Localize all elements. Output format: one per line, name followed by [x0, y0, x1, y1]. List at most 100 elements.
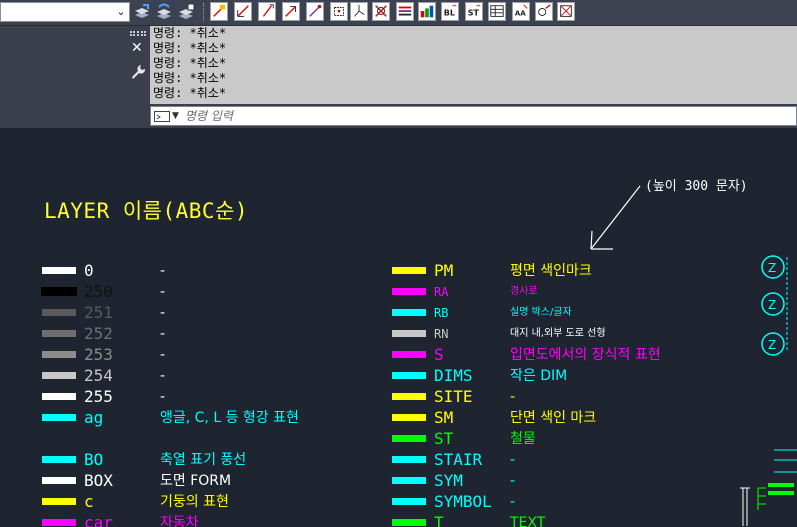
- layer-row: T TEXT: [392, 513, 722, 527]
- tool-11-icon[interactable]: BL: [441, 2, 459, 21]
- layer-name: 252: [84, 324, 113, 343]
- layer-name: PM: [434, 261, 454, 280]
- layer-row: BO 축열 표기 풍선: [42, 450, 362, 470]
- tool-15-icon[interactable]: [535, 2, 553, 21]
- layer-description: -: [510, 494, 516, 510]
- tool-12-icon[interactable]: ST: [465, 2, 483, 21]
- layer-state-icon[interactable]: [133, 2, 151, 21]
- tool-1-icon[interactable]: [210, 2, 228, 21]
- layer-row: SYMBOL -: [392, 492, 722, 512]
- layer-color-swatch: [392, 519, 426, 526]
- layer-isolate-icon[interactable]: [177, 2, 195, 21]
- axis-bubble: Z: [761, 255, 785, 279]
- layer-description: -: [510, 452, 516, 468]
- layer-description: -: [510, 389, 516, 405]
- layer-row: 254 -: [42, 366, 362, 386]
- layer-description: -: [160, 368, 166, 384]
- drawing-title: LAYER 이름(ABC순): [44, 199, 249, 223]
- layer-description: 도면 FORM: [160, 473, 232, 489]
- layer-name: SITE: [434, 387, 473, 406]
- layer-row: SM 단면 색인 마크: [392, 408, 722, 428]
- tool-13-icon[interactable]: [488, 2, 506, 21]
- tool-8-icon[interactable]: [372, 2, 390, 21]
- layer-name: DIMS: [434, 366, 473, 385]
- layer-name: BOX: [84, 471, 113, 490]
- layer-description: -: [510, 473, 516, 489]
- layer-description: 자동차: [160, 515, 199, 527]
- layer-name: ag: [84, 408, 104, 427]
- chevron-down-icon[interactable]: ▼: [172, 108, 179, 124]
- layer-description: -: [160, 284, 166, 300]
- command-line-panel: ✕ 명령: *취소* 명령: *취소* 명령: *취소* 명령: *취소* 명령…: [0, 26, 797, 128]
- layer-name: 251: [84, 303, 113, 322]
- layer-description: -: [160, 389, 166, 405]
- layer-description: -: [160, 347, 166, 363]
- layer-dropdown[interactable]: ⌄: [0, 2, 130, 22]
- layer-row: BOX 도면 FORM: [42, 471, 362, 491]
- layer-row: 252 -: [42, 324, 362, 344]
- wrench-icon[interactable]: [130, 64, 146, 80]
- layer-color-swatch: [392, 498, 426, 505]
- history-line: 명령: *취소*: [153, 71, 227, 85]
- layer-name: 250: [84, 282, 113, 301]
- layer-description: 축열 표기 풍선: [160, 452, 247, 468]
- layer-color-swatch: [392, 288, 426, 295]
- layer-description: 입면도에서의 장식적 표현: [510, 347, 661, 363]
- layer-color-swatch: [392, 309, 426, 316]
- tool-5-icon[interactable]: [306, 2, 324, 21]
- layer-description: -: [160, 305, 166, 321]
- svg-text:Z: Z: [768, 298, 776, 312]
- tool-9-icon[interactable]: [396, 2, 414, 21]
- layer-name: SYM: [434, 471, 463, 490]
- close-icon[interactable]: ✕: [131, 41, 143, 55]
- layer-name: SM: [434, 408, 454, 427]
- layer-row: 253 -: [42, 345, 362, 365]
- command-prompt-icon[interactable]: [154, 111, 170, 122]
- layer-name: 0: [84, 261, 94, 280]
- svg-text:Z: Z: [768, 338, 776, 352]
- grip-handle-icon[interactable]: [130, 31, 146, 36]
- layer-name: RB: [434, 306, 449, 320]
- top-toolbar: ⌄ BL ST AA: [0, 0, 797, 26]
- tool-10-icon[interactable]: [418, 2, 436, 21]
- tool-2-icon[interactable]: [234, 2, 252, 21]
- layer-color-swatch: [41, 287, 77, 296]
- layer-color-swatch: [42, 456, 76, 463]
- svg-text:Z: Z: [768, 261, 776, 275]
- tool-16-icon[interactable]: [557, 2, 575, 21]
- layer-row: PM 평면 색인마크: [392, 261, 722, 281]
- command-line-spacer: [0, 26, 126, 128]
- tool-14-icon[interactable]: AA: [512, 2, 530, 21]
- layer-row: S 입면도에서의 장식적 표현: [392, 345, 722, 365]
- layer-row: RN 대지 내,외부 도로 선형: [392, 324, 722, 344]
- axis-bubble: Z: [761, 332, 785, 356]
- layer-row: DIMS 작은 DIM: [392, 366, 722, 386]
- command-input[interactable]: [185, 108, 785, 124]
- layer-description: 대지 내,외부 도로 선형: [510, 328, 606, 339]
- tool-4-icon[interactable]: [282, 2, 300, 21]
- layer-name: S: [434, 345, 444, 364]
- leader-arrow: [590, 185, 641, 250]
- layer-color-swatch: [42, 309, 76, 316]
- layer-name: BO: [84, 450, 104, 469]
- axis-bubble: Z: [761, 292, 785, 316]
- layer-color-swatch: [392, 435, 426, 442]
- tool-7-icon[interactable]: [350, 2, 368, 21]
- layer-name: T: [434, 513, 444, 527]
- layer-description: 단면 색인 마크: [510, 410, 597, 426]
- layer-color-swatch: [392, 330, 426, 337]
- layer-row: RB 실명 박스/글자: [392, 303, 722, 323]
- tool-3-icon[interactable]: [258, 2, 276, 21]
- drawing-canvas[interactable]: LAYER 이름(ABC순) (높이 300 문자) Z Z Z 0-250-2…: [0, 128, 797, 527]
- layer-previous-icon[interactable]: [155, 2, 173, 21]
- layer-name: RA: [434, 285, 449, 299]
- command-input-bar[interactable]: ▼: [150, 106, 797, 126]
- layer-color-swatch: [42, 498, 76, 505]
- layer-description: 실명 박스/글자: [510, 307, 572, 318]
- chevron-down-icon[interactable]: ⌄: [114, 3, 128, 21]
- layer-color-swatch: [42, 477, 76, 484]
- layer-color-swatch: [392, 351, 426, 358]
- tool-6-icon[interactable]: [330, 2, 348, 21]
- layer-color-swatch: [392, 372, 426, 379]
- layer-name: RN: [434, 327, 449, 341]
